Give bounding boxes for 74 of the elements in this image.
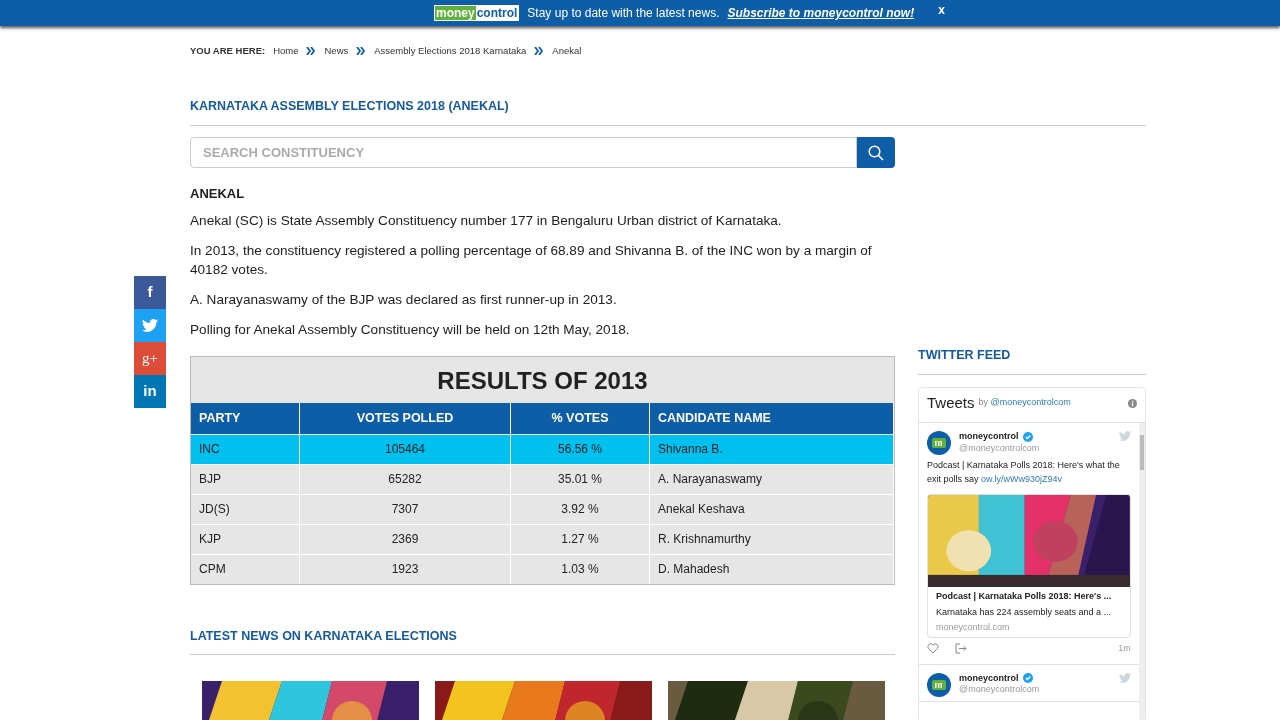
breadcrumb-link[interactable]: Assembly Elections 2018 Karnataka <box>374 44 527 59</box>
table-cell[interactable]: 7307 <box>300 493 511 524</box>
tweet-text: Podcast | Karnataka Polls 2018: Here's what the exit polls say ow.ly/wWw930jZ94v <box>927 459 1121 486</box>
breadcrumb-label: YOU ARE HERE: <box>190 44 266 58</box>
handle-link[interactable]: @moneycontrolcom <box>990 397 1071 408</box>
card-description: Karnataka has 224 assembly seats and a ... <box>936 606 1113 618</box>
googleplus-share-button[interactable]: g+ <box>134 342 166 375</box>
twitter-share-button[interactable] <box>134 309 166 342</box>
double-chevron-icon <box>534 47 545 56</box>
table-cell[interactable]: Anekal Keshava <box>650 493 894 524</box>
subscribe-link[interactable]: Subscribe to moneycontrol now! <box>727 4 915 22</box>
breadcrumb-link[interactable]: Anekal <box>552 44 582 59</box>
table-cell[interactable]: CPM <box>191 553 300 584</box>
moneycontrol-logo: money control <box>434 5 520 21</box>
column-header: VOTES POLLED <box>300 402 511 434</box>
table-cell[interactable]: BJP <box>191 463 300 494</box>
tweet-link[interactable]: ow.ly/wWw930jZ94v <box>981 473 1063 484</box>
info-icon[interactable] <box>1128 398 1137 408</box>
account-handle: @moneycontrolcom <box>959 683 1040 695</box>
column-header: % VOTES <box>511 402 650 434</box>
account-name[interactable]: moneycontrol <box>959 431 1019 443</box>
linkedin-share-button[interactable]: in <box>134 375 166 408</box>
close-button[interactable]: x <box>938 1 945 19</box>
table-cell[interactable]: 2369 <box>300 523 511 554</box>
widget-title: Tweets <box>927 392 975 413</box>
table-cell[interactable]: JD(S) <box>191 493 300 524</box>
table-cell[interactable]: R. Krishnamurthy <box>650 523 894 554</box>
results-title: RESULTS OF 2013 <box>436 365 649 396</box>
share-icon[interactable] <box>955 643 967 655</box>
search-button[interactable] <box>856 137 895 168</box>
table-cell[interactable]: 1923 <box>300 553 511 584</box>
facebook-share-button[interactable]: f <box>134 276 166 309</box>
double-chevron-icon <box>306 47 317 56</box>
verified-icon <box>1022 431 1033 442</box>
table-cell[interactable]: 35.01 % <box>511 463 650 494</box>
table-cell[interactable]: INC <box>191 433 300 464</box>
description-paragraph: A. Narayanaswamy of the BJP was declared as first runner-up in 2013. <box>190 290 618 309</box>
table-cell[interactable]: 56.56 % <box>511 433 650 464</box>
account-name[interactable]: moneycontrol <box>959 672 1019 684</box>
search-icon <box>867 144 884 161</box>
avatar-icon[interactable] <box>927 431 951 456</box>
table-cell[interactable]: D. Mahadesh <box>650 553 894 584</box>
column-header: CANDIDATE NAME <box>650 402 894 434</box>
card-domain: moneycontrol.com <box>936 621 1011 633</box>
table-cell[interactable]: Shivanna B. <box>650 433 894 464</box>
table-cell[interactable]: A. Narayanaswamy <box>650 463 894 494</box>
section-title: KARNATAKA ASSEMBLY ELECTIONS 2018 (ANEKAL) <box>190 99 509 114</box>
description-paragraph: Polling for Anekal Assembly Constituency will be held on 12th May, 2018. <box>190 320 631 339</box>
avatar-icon[interactable] <box>927 672 951 697</box>
table-cell[interactable]: 105464 <box>300 433 511 464</box>
table-cell[interactable]: 3.92 % <box>511 493 650 524</box>
verified-icon <box>1022 673 1033 684</box>
description-paragraph: In 2013, the constituency registered a polling percentage of 68.89 and Shivanna B. of the INC won by a margin of 40182 votes. <box>190 241 873 279</box>
by-label: by <box>978 397 989 408</box>
bird-icon <box>142 319 158 332</box>
constituency-name: ANEKAL <box>190 185 246 203</box>
section-title: LATEST NEWS ON KARNATAKA ELECTIONS <box>190 628 457 643</box>
table-cell[interactable]: 1.03 % <box>511 553 650 584</box>
breadcrumb-link[interactable]: News <box>324 44 349 59</box>
column-header: PARTY <box>191 402 300 434</box>
scrollbar[interactable] <box>1138 423 1145 720</box>
breadcrumb-link[interactable]: Home <box>273 44 299 59</box>
table-cell[interactable]: 1.27 % <box>511 523 650 554</box>
link-card[interactable]: Podcast | Karnataka Polls 2018: Here's ... Karnataka has 224 assembly seats and a ... moneycontrol.com <box>927 494 1131 638</box>
section-title: TWITTER FEED <box>918 348 1011 362</box>
table-cell[interactable]: KJP <box>191 523 300 554</box>
heart-icon[interactable] <box>927 643 939 655</box>
banner-message: Stay up to date with the latest news. <box>527 5 720 22</box>
account-handle: @moneycontrolcom <box>959 442 1040 454</box>
double-chevron-icon <box>356 47 367 56</box>
table-cell[interactable]: 65282 <box>300 463 511 494</box>
card-title: Podcast | Karnataka Polls 2018: Here's ... <box>936 591 1113 603</box>
search-field[interactable]: SEARCH CONSTITUENCY <box>190 137 857 168</box>
description-paragraph: Anekal (SC) is State Assembly Constituency number 177 in Bengaluru Urban district of Karnataka. <box>190 211 783 230</box>
